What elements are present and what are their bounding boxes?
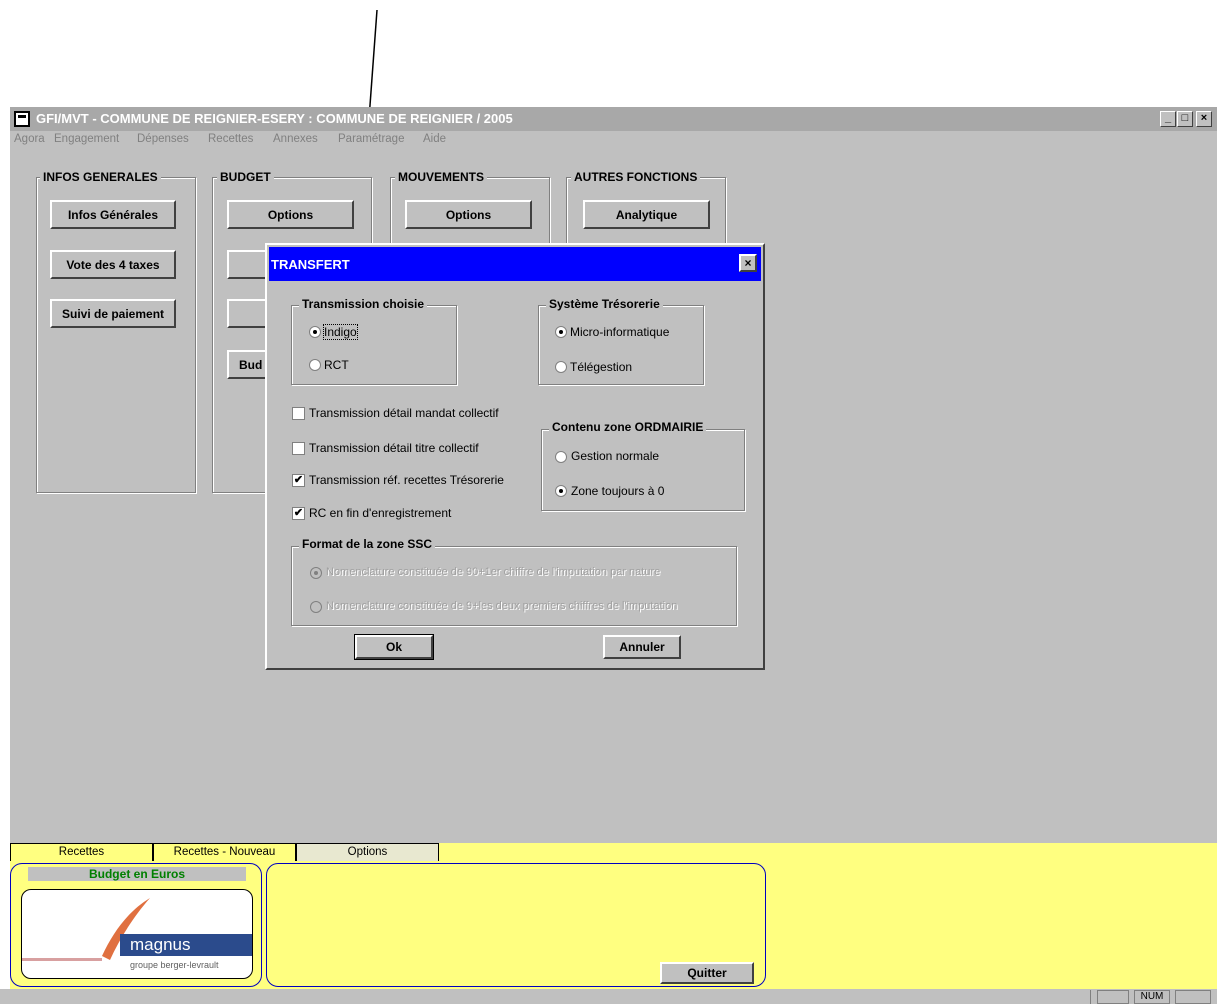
zone-zero-label: Zone toujours à 0 [571, 484, 665, 498]
menu-recettes[interactable]: Recettes [208, 133, 253, 145]
vote-taxes-button[interactable]: Vote des 4 taxes [50, 250, 176, 279]
transfert-dialog: TRANSFERT × Transmission choisie Indigo … [265, 243, 765, 670]
menu-depenses[interactable]: Dépenses [137, 133, 189, 145]
rct-label: RCT [324, 358, 349, 372]
indigo-label: Indigo [323, 324, 358, 340]
magnus-name: magnus [130, 935, 191, 954]
menu-agora[interactable]: Agora [14, 133, 45, 145]
mouvements-title: MOUVEMENTS [395, 170, 488, 184]
menu-parametrage[interactable]: Paramétrage [338, 133, 404, 145]
transmission-title: Transmission choisie [299, 297, 428, 311]
magnus-logo: magnus groupe berger-levrault [21, 889, 253, 979]
checkbox-rc-fin[interactable]: ✔ [292, 507, 305, 520]
detail-mandat-label: Transmission détail mandat collectif [309, 406, 499, 420]
menu-aide[interactable]: Aide [423, 133, 446, 145]
autres-fonctions-title: AUTRES FONCTIONS [571, 170, 701, 184]
checkbox-detail-mandat[interactable] [292, 407, 305, 420]
checkbox-detail-titre[interactable] [292, 442, 305, 455]
radio-gestion-normale[interactable] [555, 451, 567, 463]
dialog-title: TRANSFERT [271, 257, 350, 272]
menu-bar: Agora Engagement Dépenses Recettes Annex… [10, 131, 1217, 149]
menu-engagement[interactable]: Engagement [54, 133, 119, 145]
ssc-title: Format de la zone SSC [299, 537, 436, 551]
transmission-group [291, 305, 457, 385]
suivi-paiement-button[interactable]: Suivi de paiement [50, 299, 176, 328]
dialog-close-button[interactable]: × [739, 254, 757, 272]
micro-informatique-label: Micro-informatique [570, 325, 670, 339]
status-divider [1090, 990, 1091, 1004]
radio-ssc-90 [310, 567, 322, 579]
menu-annexes[interactable]: Annexes [273, 133, 318, 145]
checkbox-ref-recettes[interactable]: ✔ [292, 474, 305, 487]
app-icon [14, 111, 30, 127]
radio-telegestion[interactable] [555, 361, 567, 373]
radio-rct[interactable] [309, 359, 321, 371]
close-window-button[interactable]: × [1196, 111, 1212, 127]
ordmairie-title: Contenu zone ORDMAIRIE [549, 420, 707, 434]
rc-fin-label: RC en fin d'enregistrement [309, 506, 452, 520]
budget-title: BUDGET [217, 170, 274, 184]
radio-micro-informatique[interactable] [555, 326, 567, 338]
tab-recettes[interactable]: Recettes [10, 843, 153, 861]
tab-bar: Recettes Recettes - Nouveau Options [10, 843, 1217, 861]
maximize-button[interactable]: □ [1177, 111, 1193, 127]
infos-generales-title: INFOS GENERALES [40, 170, 161, 184]
tab-options[interactable]: Options [296, 843, 439, 861]
detail-titre-label: Transmission détail titre collectif [309, 441, 479, 455]
ref-recettes-label: Transmission réf. recettes Trésorerie [309, 473, 504, 487]
dialog-title-bar: TRANSFERT × [269, 247, 761, 281]
title-bar: GFI/MVT - COMMUNE DE REIGNIER-ESERY : CO… [10, 107, 1217, 131]
infos-generales-button[interactable]: Infos Générales [50, 200, 176, 229]
ssc-90-label: Nomenclature constituée de 90+1er chiffr… [326, 566, 661, 578]
annuler-button[interactable]: Annuler [603, 635, 681, 659]
status-pane-1 [1097, 990, 1129, 1004]
num-indicator: NUM [1134, 990, 1170, 1004]
mouvements-options-button[interactable]: Options [405, 200, 532, 229]
magnus-subtitle: groupe berger-levrault [130, 960, 219, 970]
status-pane-3 [1175, 990, 1211, 1004]
gestion-normale-label: Gestion normale [571, 449, 660, 463]
analytique-button[interactable]: Analytique [583, 200, 710, 229]
quitter-button[interactable]: Quitter [660, 962, 754, 984]
telegestion-label: Télégestion [570, 360, 633, 374]
ordmairie-group [541, 429, 745, 511]
budget-euros-label: Budget en Euros [28, 867, 246, 881]
tresorerie-title: Système Trésorerie [546, 297, 663, 311]
bottom-panel: Budget en Euros magnus groupe berger-lev… [10, 861, 1217, 989]
radio-ssc-9 [310, 601, 322, 613]
status-bar: NUM [0, 989, 1217, 1004]
window-title: GFI/MVT - COMMUNE DE REIGNIER-ESERY : CO… [36, 111, 513, 126]
minimize-button[interactable]: _ [1160, 111, 1176, 127]
radio-indigo[interactable] [309, 326, 321, 338]
tab-recettes-nouveau[interactable]: Recettes - Nouveau [153, 843, 296, 861]
budget-options-button[interactable]: Options [227, 200, 354, 229]
ok-button[interactable]: Ok [354, 634, 434, 660]
ssc-group [291, 546, 737, 626]
ssc-9-label: Nomenclature constituée de 9+les deux pr… [326, 600, 678, 612]
radio-zone-zero[interactable] [555, 485, 567, 497]
